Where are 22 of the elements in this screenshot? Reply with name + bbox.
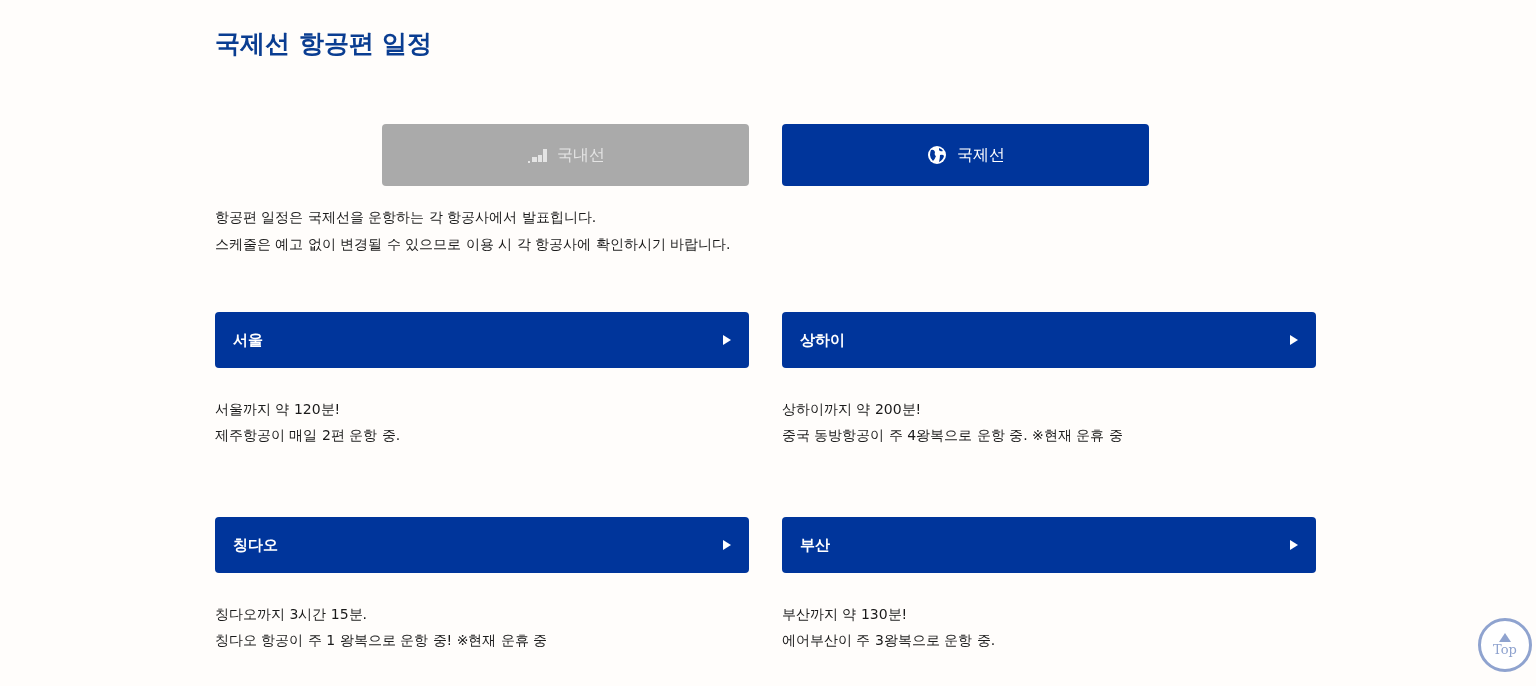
play-arrow-icon bbox=[723, 540, 731, 550]
route-description: 칭다오까지 3시간 15분. bbox=[215, 605, 369, 624]
route-description: 칭다오 항공이 주 1 왕복으로 운항 중! ※현재 운휴 중 bbox=[215, 631, 549, 650]
accordion-header[interactable]: 칭다오 bbox=[215, 517, 749, 573]
accordion-header[interactable]: 상하이 bbox=[782, 312, 1316, 368]
route-description: 부산까지 약 130분! bbox=[782, 605, 909, 624]
route-description: 서울까지 약 120분! bbox=[215, 400, 342, 419]
notice-text: 스케줄은 예고 없이 변경될 수 있으므로 이용 시 각 항공사에 확인하시기 바랍니다. bbox=[215, 235, 732, 254]
accordion-header[interactable]: 서울 bbox=[215, 312, 749, 368]
play-arrow-icon bbox=[723, 335, 731, 345]
route-description: 에어부산이 주 3왕복으로 운항 중. bbox=[782, 631, 997, 650]
notice-text: 항공편 일정은 국제선을 운항하는 각 항공사에서 발표힙니다. bbox=[215, 208, 598, 227]
triangle-up-icon bbox=[1499, 633, 1511, 642]
route-description: 제주항공이 매일 2편 운항 중. bbox=[215, 426, 402, 445]
accordion-header[interactable]: 부산 bbox=[782, 517, 1316, 573]
play-arrow-icon bbox=[1290, 540, 1298, 550]
play-arrow-icon bbox=[1290, 335, 1298, 345]
route-description: 상하이까지 약 200분! bbox=[782, 400, 923, 419]
globe-icon bbox=[926, 145, 947, 165]
page-title: 국제선 항공편 일정 bbox=[215, 28, 434, 60]
route-description: 중국 동방항공이 주 4왕복으로 운항 중. ※현재 운휴 중 bbox=[782, 426, 1124, 445]
tab[interactable]: 국제선 bbox=[782, 124, 1149, 186]
